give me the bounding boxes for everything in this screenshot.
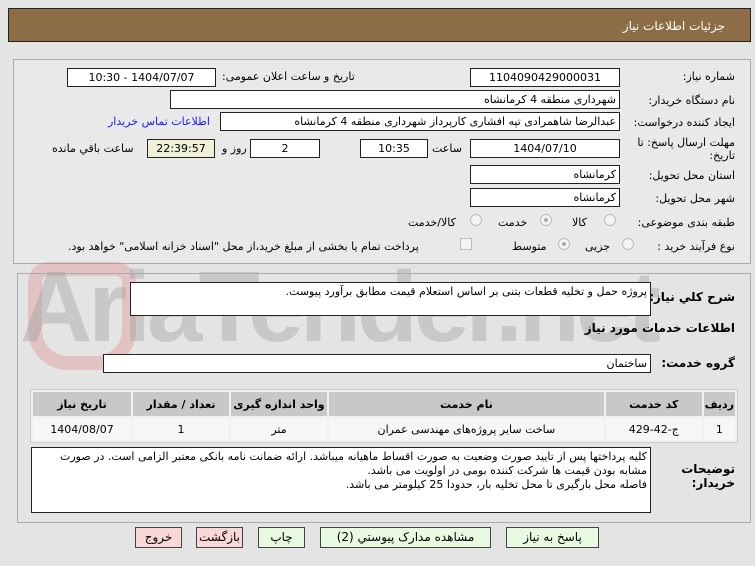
city-label: شهر محل تحویل: [655, 192, 735, 205]
col-header-service-name: نام خدمت [329, 392, 604, 416]
description-label: شرح کلي نياز: [649, 290, 735, 304]
days-label: روز و [222, 142, 247, 155]
creator-field: عبدالرضا شاهمرادی تپه افشاری کارپرداز شه… [220, 112, 620, 131]
remaining-label: ساعت باقي مانده [52, 142, 134, 155]
description-textarea[interactable]: پروژه حمل و تخلیه قطعات بتنی بر اساس است… [130, 282, 651, 316]
page-header: جزئیات اطلاعات نیاز [8, 8, 751, 42]
deadline-label: مهلت ارسال پاسخ: تا تاریخ: [637, 136, 735, 162]
deadline-time-label: ساعت [432, 142, 462, 155]
back-button[interactable]: بازگشت [196, 527, 243, 548]
cell-quantity: 1 [133, 418, 229, 440]
services-table: ردیف کد خدمت نام خدمت واحد اندازه گیری ت… [30, 389, 738, 443]
process-option-medium: متوسط [512, 240, 547, 253]
category-label: طبقه بندی موضوعی: [637, 216, 735, 229]
col-header-unit: واحد اندازه گیری [231, 392, 327, 416]
days-field: 2 [250, 139, 320, 158]
service-group-label: گروه خدمت: [661, 356, 735, 370]
province-field: کرمانشاه [470, 165, 620, 184]
category-radio-goods-service[interactable] [470, 214, 482, 226]
creator-label: ایجاد کننده درخواست: [633, 116, 735, 129]
view-attachments-button[interactable]: مشاهده مدارک پیوستي (2) [320, 527, 491, 548]
treasury-payment-checkbox[interactable] [460, 238, 472, 250]
process-option-minor: جزیی [585, 240, 611, 253]
need-number-label: شماره نیاز: [682, 70, 735, 83]
cell-need-date: 1404/08/07 [33, 418, 131, 440]
col-header-quantity: تعداد / مقدار [133, 392, 229, 416]
province-label: استان محل تحویل: [648, 169, 735, 182]
category-radio-goods[interactable] [604, 214, 616, 226]
process-radio-medium[interactable] [558, 238, 570, 250]
announce-field: 1404/07/07 - 10:30 [67, 68, 216, 87]
city-field: کرمانشاه [470, 188, 620, 207]
col-header-row-number: ردیف [703, 392, 735, 416]
cell-row-number: 1 [703, 418, 735, 440]
cell-unit: متر [231, 418, 327, 440]
category-option-goods-service: کالا/خدمت [408, 216, 456, 229]
payment-note: پرداخت تمام یا بخشی از مبلغ خرید،از محل … [68, 240, 419, 253]
deadline-date-field: 1404/07/10 [470, 139, 620, 158]
process-radio-minor[interactable] [622, 238, 634, 250]
buyer-label: نام دستگاه خریدار: [648, 94, 735, 107]
remaining-time-field: 22:39:57 [147, 139, 215, 158]
table-row: 1 ج-42-429 ساخت سایر پروژه‌های مهندسی عم… [33, 418, 735, 440]
buyer-contact-link[interactable]: اطلاعات تماس خریدار [108, 115, 210, 128]
buyer-notes-label: توضیحات خریدار: [681, 462, 735, 490]
process-label: نوع فرآیند خرید : [657, 240, 735, 253]
buyer-notes-textarea[interactable]: کلیه پرداختها پس از تایید صورت وضعیت به … [31, 447, 651, 513]
deadline-time-field: 10:35 [360, 139, 428, 158]
category-option-goods: کالا [572, 216, 587, 229]
print-button[interactable]: چاپ [258, 527, 305, 548]
reply-button[interactable]: پاسخ به نیاز [506, 527, 599, 548]
announce-label: تاریخ و ساعت اعلان عمومی: [222, 70, 355, 83]
cell-service-name: ساخت سایر پروژه‌های مهندسی عمران [329, 418, 604, 440]
category-radio-service[interactable] [540, 214, 552, 226]
exit-button[interactable]: خروج [135, 527, 182, 548]
category-option-service: خدمت [498, 216, 528, 229]
buyer-field: شهرداری منطقه 4 کرمانشاه [170, 90, 620, 109]
table-header-row: ردیف کد خدمت نام خدمت واحد اندازه گیری ت… [33, 392, 735, 416]
cell-service-code: ج-42-429 [605, 418, 702, 440]
services-section-title: اطلاعات خدمات مورد نیاز [584, 321, 735, 335]
col-header-need-date: تاریخ نیاز [33, 392, 131, 416]
service-group-field: ساختمان [103, 354, 651, 373]
need-number-field: 1104090429000031 [470, 68, 620, 87]
col-header-service-code: کد خدمت [605, 392, 702, 416]
